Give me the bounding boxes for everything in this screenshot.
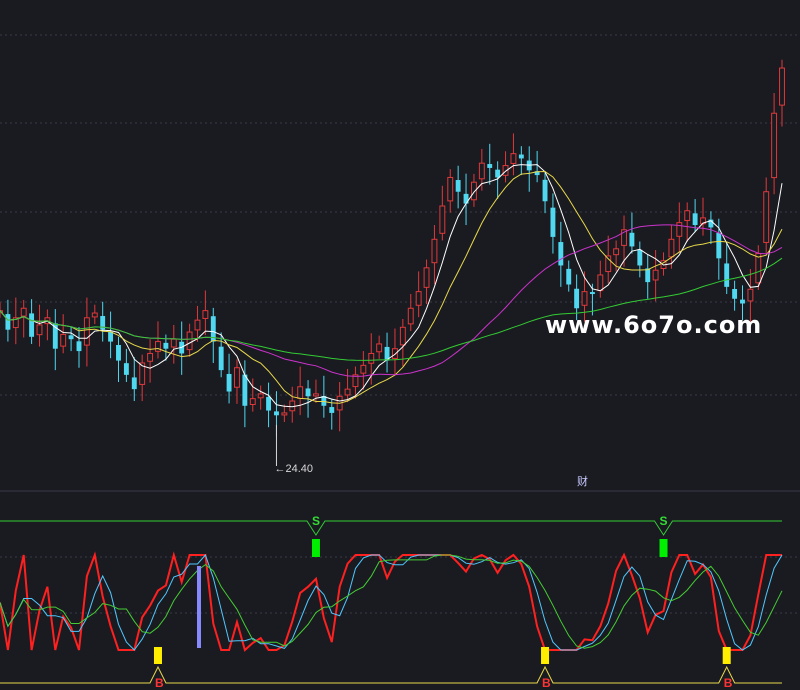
candle-body-down — [226, 373, 232, 392]
candle-body-down — [558, 242, 564, 266]
candle-body-up — [779, 67, 785, 106]
candle-body-up — [431, 238, 438, 264]
candle-body-down — [518, 154, 524, 159]
candle-body-up — [478, 162, 485, 180]
candle-body-up — [510, 153, 517, 164]
candle-body-up — [399, 326, 406, 346]
candle-body-up — [194, 319, 201, 331]
candle-body-up — [281, 412, 288, 416]
candle-body-down — [724, 263, 730, 287]
candle-body-up — [202, 310, 209, 319]
candle-body-up — [376, 343, 383, 353]
candle-body-down — [5, 314, 11, 330]
candle-body-down — [574, 288, 580, 309]
candle-body-down — [692, 213, 698, 226]
candle-body-up — [368, 352, 375, 364]
candle-body-up — [407, 307, 414, 325]
candle-body-down — [645, 268, 651, 283]
candle-body-up — [60, 333, 67, 347]
candle-body-up — [447, 176, 454, 202]
candle-body-down — [550, 207, 556, 237]
candle-body-up — [676, 222, 683, 237]
candle-body-down — [266, 396, 272, 411]
candle-body-up — [439, 205, 446, 234]
candle-body-down — [732, 289, 738, 299]
buy-signal-letter-2: B — [724, 676, 733, 690]
candle-body-up — [668, 238, 675, 258]
candle-body-up — [20, 307, 27, 317]
indicator-highlight-bar — [197, 566, 201, 648]
candle-body-down — [131, 377, 137, 390]
sell-signal-marker-1 — [659, 539, 668, 557]
candle-body-down — [637, 249, 643, 266]
candle-body-up — [771, 112, 778, 179]
candle-body-down — [589, 292, 595, 295]
candle-body-up — [392, 348, 398, 359]
candle-body-up — [36, 324, 43, 336]
candle-body-up — [581, 291, 588, 306]
sell-signal-letter-0: S — [312, 514, 320, 528]
candle-body-up — [763, 191, 770, 243]
candle-body-up — [170, 338, 177, 348]
candle-body-up — [91, 312, 98, 318]
candle-body-down — [716, 232, 722, 259]
candle-body-down — [740, 299, 745, 304]
candle-body-down — [108, 331, 114, 342]
watermark-text: www.6o7o.com — [545, 311, 762, 339]
stock-chart: S S B B B ←24.40 www.6o7o.com 财 — [0, 0, 800, 690]
candle-body-up — [755, 253, 762, 284]
candle-body-down — [495, 169, 501, 178]
candle-body-up — [423, 267, 430, 288]
sell-signal-letter-1: S — [660, 514, 668, 528]
candle-body-down — [542, 179, 548, 202]
candle-body-up — [652, 269, 659, 281]
candle-body-down — [163, 342, 169, 349]
footer-char: 财 — [577, 474, 588, 488]
candle-body-down — [218, 346, 224, 371]
candle-body-up — [257, 393, 264, 399]
sell-signal-marker-0 — [311, 539, 320, 557]
candle-body-up — [234, 367, 240, 388]
candle-body-down — [455, 180, 461, 192]
candle-body-up — [613, 248, 620, 256]
buy-signal-letter-0: B — [155, 676, 164, 690]
candle-body-down — [629, 232, 635, 247]
buy-signal-marker-2 — [722, 647, 731, 664]
candle-body-up — [297, 386, 304, 399]
candle-body-down — [487, 164, 493, 168]
candle-body-down — [76, 341, 82, 352]
candle-body-down — [116, 344, 121, 361]
candle-body-down — [123, 363, 129, 375]
candle-body-up — [313, 393, 319, 397]
candle-body-down — [329, 407, 335, 413]
candle-body-down — [566, 268, 572, 285]
candle-body-up — [415, 291, 422, 306]
candle-body-up — [83, 317, 90, 346]
candle-body-up — [147, 352, 154, 362]
candle-body-up — [747, 288, 754, 302]
buy-signal-letter-1: B — [542, 676, 551, 690]
candle-body-down — [305, 388, 311, 397]
candle-body-up — [186, 331, 193, 351]
candle-body-up — [249, 398, 256, 405]
candle-body-down — [463, 193, 469, 204]
candle-body-down — [68, 335, 74, 340]
candle-body-up — [597, 274, 604, 292]
candle-body-up — [155, 341, 161, 352]
buy-signal-marker-0 — [153, 647, 162, 664]
candle-body-up — [344, 388, 351, 396]
candle-body-up — [684, 210, 691, 222]
candle-body-down — [242, 374, 248, 406]
low-price-label: ←24.40 — [274, 463, 313, 475]
candle-body-down — [29, 313, 35, 337]
candle-body-up — [360, 364, 367, 374]
candle-body-down — [274, 411, 279, 416]
buy-signal-marker-1 — [541, 647, 550, 664]
